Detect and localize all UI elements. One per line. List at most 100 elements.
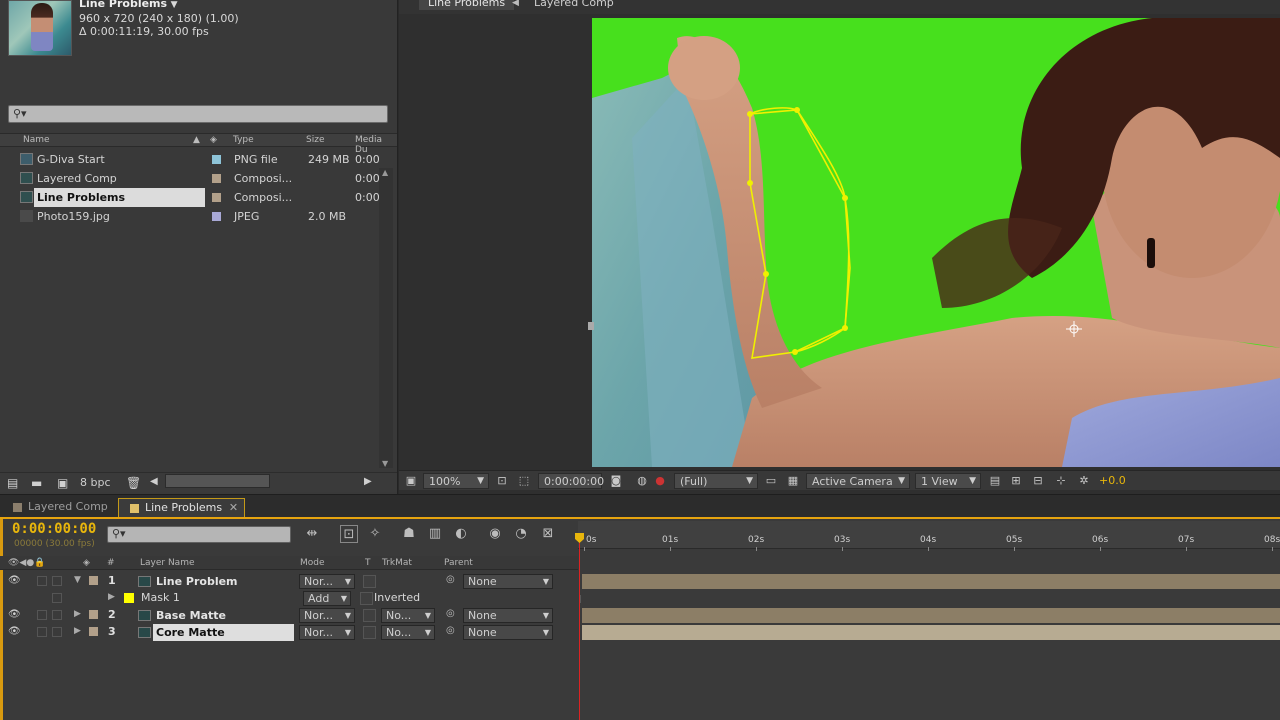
preserve-transparency-toggle[interactable] xyxy=(363,609,376,622)
flowchart-icon[interactable]: ⊹ xyxy=(1054,474,1068,488)
always-preview-icon[interactable]: ▣ xyxy=(404,474,418,488)
column-trkmat[interactable]: TrkMat xyxy=(382,558,412,568)
zoom-dropdown[interactable]: 100% ▼ xyxy=(423,473,489,489)
column-layer-name[interactable]: Layer Name xyxy=(140,558,195,568)
solo-toggle[interactable] xyxy=(37,610,47,620)
view-layout-dropdown[interactable]: 1 View ▼ xyxy=(915,473,981,489)
column-parent[interactable]: Parent xyxy=(444,558,473,568)
tab-line-problems[interactable]: Line Problems ✕ xyxy=(118,498,246,517)
layer-duration-bar[interactable] xyxy=(582,608,1280,623)
new-folder-icon[interactable]: ▬ xyxy=(31,476,42,490)
eye-icon[interactable]: 👁 xyxy=(8,575,21,586)
mask-name[interactable]: Mask 1 xyxy=(141,591,180,604)
solo-toggle[interactable] xyxy=(37,627,47,637)
twirl-closed-icon[interactable]: ▶ xyxy=(108,592,115,602)
timeline-icon[interactable]: ⊟ xyxy=(1031,474,1045,488)
eye-icon[interactable]: 👁 xyxy=(8,609,21,620)
layer-name[interactable]: Line Problem xyxy=(153,573,294,590)
column-mode[interactable]: Mode xyxy=(300,558,325,568)
layer-duration-bar[interactable] xyxy=(582,625,1280,640)
layer-name[interactable]: Core Matte xyxy=(153,624,294,641)
blend-mode-dropdown[interactable]: Nor... ▼ xyxy=(299,574,355,589)
tab-layered-comp[interactable]: Layered Comp xyxy=(534,0,614,10)
camera-dropdown[interactable]: Active Camera ▼ xyxy=(806,473,910,489)
frame-blending-icon[interactable]: ▥ xyxy=(426,525,444,543)
graph-editor-icon[interactable]: ⊠ xyxy=(539,525,557,543)
brainstorm-icon[interactable]: ◉ xyxy=(486,525,504,543)
parent-dropdown[interactable]: None ▼ xyxy=(463,625,553,640)
track-matte-dropdown[interactable]: No... ▼ xyxy=(381,608,435,623)
preserve-transparency-toggle[interactable] xyxy=(363,626,376,639)
lock-toggle[interactable] xyxy=(52,627,62,637)
lock-toggle[interactable] xyxy=(52,593,62,603)
interpret-footage-icon[interactable]: ▤ xyxy=(7,476,18,490)
mask-mode-dropdown[interactable]: Add ▼ xyxy=(303,591,351,606)
region-of-interest-icon[interactable]: ▭ xyxy=(764,474,778,488)
project-search-input[interactable]: ⚲▾ xyxy=(8,105,388,123)
safe-zones-icon[interactable]: ⊡ xyxy=(495,474,509,488)
project-vertical-scrollbar[interactable]: ▲ ▼ xyxy=(379,168,393,468)
mask-color-swatch[interactable] xyxy=(124,593,134,603)
layer-row[interactable]: 👁 ▼ 1 Line Problem Nor... ▼ ◎ None ▼ xyxy=(0,573,578,590)
label-swatch[interactable] xyxy=(89,627,98,636)
trash-icon[interactable]: 🗑 xyxy=(126,476,141,490)
lock-toggle[interactable] xyxy=(52,610,62,620)
column-number[interactable]: # xyxy=(107,558,115,568)
label-swatch[interactable] xyxy=(89,576,98,585)
label-swatch[interactable] xyxy=(212,212,221,221)
draft-3d-icon[interactable]: ✧ xyxy=(366,525,384,543)
mask-visibility-icon[interactable]: ⬚ xyxy=(517,474,531,488)
solo-toggle[interactable] xyxy=(37,576,47,586)
live-update-icon[interactable]: ⊡ xyxy=(340,525,358,543)
mask-row[interactable]: ▶ Mask 1 Add ▼ Inverted xyxy=(0,590,578,607)
hide-shy-layers-icon[interactable]: ☗ xyxy=(400,525,418,543)
project-horizontal-scrollbar[interactable] xyxy=(165,474,270,488)
reset-exposure-icon[interactable]: ✲ xyxy=(1077,474,1091,488)
motion-blur-icon[interactable]: ◐ xyxy=(452,525,470,543)
current-time-indicator[interactable] xyxy=(579,535,580,720)
toggle-pixel-aspect-icon[interactable]: ▤ xyxy=(988,474,1002,488)
fast-previews-icon[interactable]: ⊞ xyxy=(1009,474,1023,488)
layer-row[interactable]: 👁 ▶ 2 Base Matte Nor... ▼ No... ▼ ◎ None ▼ xyxy=(0,607,578,624)
scroll-left-icon[interactable]: ◀ xyxy=(150,476,158,487)
eye-icon[interactable]: 👁 xyxy=(8,626,21,637)
twirl-open-icon[interactable]: ▼ xyxy=(74,575,81,585)
label-swatch[interactable] xyxy=(212,174,221,183)
comp-mini-flowchart-icon[interactable]: ⇹ xyxy=(303,525,321,543)
exposure-value[interactable]: +0.0 xyxy=(1099,474,1126,487)
snapshot-icon[interactable]: ◙ xyxy=(609,474,623,488)
layer-duration-bar[interactable] xyxy=(582,574,1280,589)
resolution-dropdown[interactable]: (Full) ▼ xyxy=(674,473,758,489)
tab-layered-comp[interactable]: Layered Comp xyxy=(2,498,116,517)
flowchart-arrow-icon[interactable]: ◀ xyxy=(512,0,519,8)
column-type[interactable]: Type xyxy=(233,135,254,145)
scroll-up-icon[interactable]: ▲ xyxy=(382,168,388,177)
current-time-display[interactable]: 0:00:00:00 xyxy=(12,521,96,537)
close-icon[interactable]: ✕ xyxy=(229,499,238,517)
pick-whip-icon[interactable]: ◎ xyxy=(446,608,455,619)
label-swatch[interactable] xyxy=(212,193,221,202)
show-snapshot-icon[interactable]: ◍ xyxy=(635,474,649,488)
column-name[interactable]: Name xyxy=(23,135,50,145)
track-matte-dropdown[interactable]: No... ▼ xyxy=(381,625,435,640)
current-time-display[interactable]: 0:00:00:00 xyxy=(538,473,604,489)
project-item[interactable]: Layered Comp Composi... 0:00 xyxy=(0,169,380,188)
composition-canvas[interactable] xyxy=(592,18,1280,467)
twirl-closed-icon[interactable]: ▶ xyxy=(74,609,81,619)
transparency-grid-icon[interactable]: ▦ xyxy=(786,474,800,488)
layer-name[interactable]: Base Matte xyxy=(153,607,294,624)
twirl-closed-icon[interactable]: ▶ xyxy=(74,626,81,636)
dropdown-arrow-icon[interactable]: ▼ xyxy=(171,0,178,10)
label-tag-icon[interactable]: ◈ xyxy=(83,558,90,568)
new-comp-icon[interactable]: ▣ xyxy=(57,476,68,490)
project-item[interactable]: Line Problems Composi... 0:00 xyxy=(0,188,380,207)
scroll-down-icon[interactable]: ▼ xyxy=(382,459,388,468)
parent-dropdown[interactable]: None ▼ xyxy=(463,574,553,589)
bit-depth-button[interactable]: 8 bpc xyxy=(80,476,111,489)
parent-dropdown[interactable]: None ▼ xyxy=(463,608,553,623)
auto-keyframe-icon[interactable]: ◔ xyxy=(512,525,530,543)
pick-whip-icon[interactable]: ◎ xyxy=(446,574,455,585)
blend-mode-dropdown[interactable]: Nor... ▼ xyxy=(299,625,355,640)
pick-whip-icon[interactable]: ◎ xyxy=(446,625,455,636)
tab-line-problems[interactable]: Line Problems xyxy=(419,0,515,10)
